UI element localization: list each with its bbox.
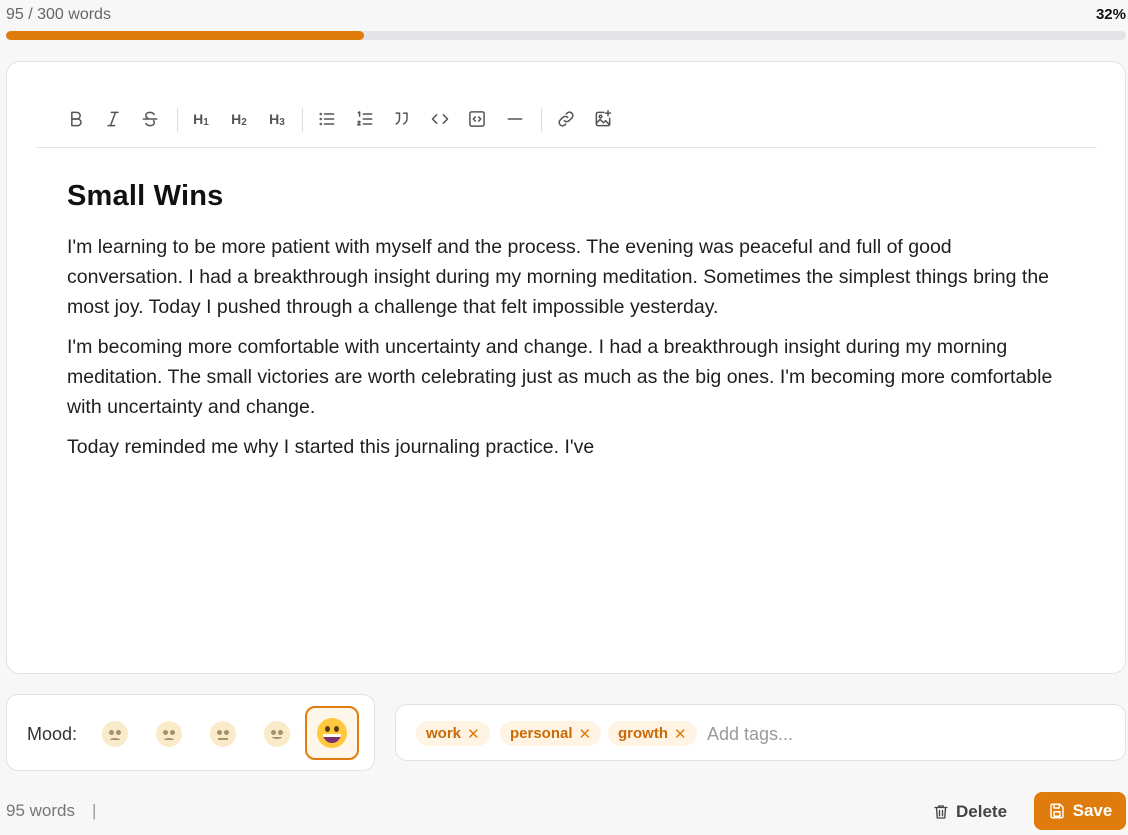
word-count: 95 words — [6, 801, 75, 820]
insert-image-button[interactable] — [590, 106, 616, 132]
mood-selector: Mood: — [6, 694, 375, 771]
mood-label: Mood: — [27, 724, 78, 744]
remove-tag-icon[interactable]: ✕ — [579, 725, 592, 743]
quote-button[interactable] — [389, 106, 415, 132]
sad-face-icon — [156, 721, 182, 747]
save-icon — [1049, 803, 1064, 819]
heading-3-label: H3 — [269, 110, 285, 128]
bold-icon — [71, 111, 82, 127]
formatting-toolbar: H1 H2 H3 — [37, 98, 1097, 148]
italic-button[interactable] — [100, 106, 126, 132]
heading-2-button[interactable]: H2 — [226, 106, 252, 132]
numbered-list-button[interactable] — [352, 106, 378, 132]
entry-paragraph[interactable]: Today reminded me why I started this jou… — [67, 432, 1067, 462]
strikethrough-icon — [142, 111, 158, 127]
progress-bar — [6, 31, 1126, 40]
toolbar-divider — [541, 108, 542, 132]
code-icon — [431, 114, 449, 124]
neutral-face-icon — [210, 721, 236, 747]
strikethrough-button[interactable] — [137, 106, 163, 132]
tag-chip: work ✕ — [416, 721, 490, 746]
word-goal-text: 95 / 300 words — [6, 6, 111, 23]
entry-title[interactable]: Small Wins — [67, 180, 1067, 213]
trash-icon — [934, 805, 948, 819]
tag-label: work — [426, 725, 462, 742]
tag-chip: personal ✕ — [500, 721, 602, 746]
delete-button[interactable]: Delete — [932, 798, 1007, 826]
mood-option-slight-smile[interactable] — [261, 718, 293, 750]
mood-option-grinning[interactable] — [305, 706, 359, 760]
word-goal-header: 95 / 300 words 32% — [6, 4, 1126, 26]
toolbar-divider — [177, 108, 178, 132]
horizontal-rule-button[interactable] — [502, 106, 528, 132]
heading-1-button[interactable]: H1 — [188, 106, 214, 132]
code-block-icon — [469, 111, 485, 127]
tag-label: personal — [510, 725, 573, 742]
bold-button[interactable] — [63, 106, 89, 132]
tag-chip: growth ✕ — [608, 721, 697, 746]
delete-label: Delete — [956, 802, 1008, 821]
image-add-icon — [595, 109, 612, 127]
editor-card: H1 H2 H3 Small Wins I'm learning to be m… — [6, 61, 1126, 674]
slight-smile-face-icon — [264, 721, 290, 747]
mood-option-very-sad[interactable] — [99, 718, 131, 750]
heading-3-button[interactable]: H3 — [264, 106, 290, 132]
tags-input-card: work ✕ personal ✕ growth ✕ — [395, 704, 1126, 761]
entry-paragraph[interactable]: I'm becoming more comfortable with uncer… — [67, 332, 1067, 422]
remove-tag-icon[interactable]: ✕ — [674, 725, 687, 743]
italic-icon — [107, 111, 119, 127]
mood-option-sad[interactable] — [153, 718, 185, 750]
inline-code-button[interactable] — [427, 106, 453, 132]
progress-percent: 32% — [1095, 6, 1126, 23]
bullet-list-icon — [319, 112, 335, 126]
tag-label: growth — [618, 725, 668, 742]
save-button[interactable]: Save — [1034, 792, 1126, 830]
quote-icon — [395, 112, 408, 125]
code-block-button[interactable] — [464, 106, 490, 132]
remove-tag-icon[interactable]: ✕ — [467, 725, 480, 743]
heading-2-label: H2 — [231, 110, 247, 128]
numbered-list-icon — [357, 111, 373, 126]
horizontal-rule-icon — [507, 118, 523, 120]
very-sad-face-icon — [102, 721, 128, 747]
grinning-face-icon — [317, 718, 347, 748]
bullet-list-button[interactable] — [314, 106, 340, 132]
save-label: Save — [1072, 801, 1113, 820]
link-button[interactable] — [553, 106, 579, 132]
editor-content[interactable]: Small Wins I'm learning to be more patie… — [67, 180, 1067, 472]
progress-bar-fill — [6, 31, 365, 40]
entry-paragraph[interactable]: I'm learning to be more patient with mys… — [67, 232, 1067, 322]
heading-1-label: H1 — [193, 110, 209, 128]
add-tags-input[interactable] — [707, 721, 1007, 747]
toolbar-divider — [302, 108, 303, 132]
link-icon — [558, 111, 574, 127]
footer-separator: | — [92, 801, 97, 820]
mood-option-neutral[interactable] — [207, 718, 239, 750]
